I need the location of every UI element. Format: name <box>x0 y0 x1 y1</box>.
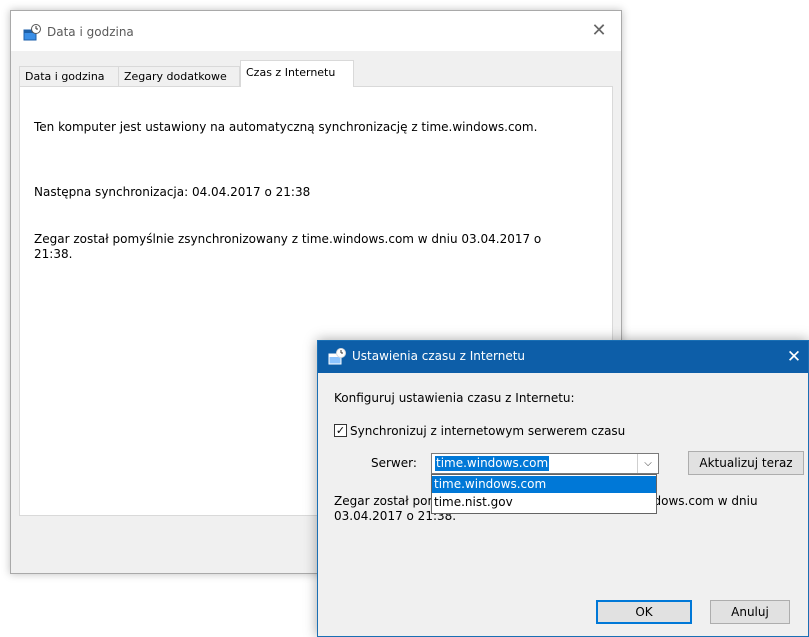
tab-internet-time[interactable]: Czas z Internetu <box>240 60 354 87</box>
server-input[interactable]: time.windows.com <box>435 456 550 471</box>
dialog-title: Ustawienia czasu z Internetu <box>352 349 526 363</box>
close-icon[interactable]: ✕ <box>782 345 806 369</box>
update-now-button[interactable]: Aktualizuj teraz <box>688 451 804 475</box>
date-time-app-icon <box>23 24 41 41</box>
sync-checkbox[interactable]: ✓ <box>334 424 347 437</box>
internet-time-settings-dialog: Ustawienia czasu z Internetu ✕ Konfiguru… <box>317 340 809 637</box>
tab-date-time[interactable]: Data i godzina <box>19 66 119 86</box>
date-time-app-icon <box>328 348 346 365</box>
window-title: Data i godzina <box>47 25 134 39</box>
server-dropdown-list: time.windows.com time.nist.gov <box>431 474 657 514</box>
server-combobox[interactable]: time.windows.com ⌵ <box>431 453 659 474</box>
checkbox-check-icon: ✓ <box>335 424 346 437</box>
next-sync-text: Następna synchronizacja: 04.04.2017 o 21… <box>34 185 311 199</box>
title-bar: Data i godzina ✕ <box>11 11 621 51</box>
chevron-down-icon[interactable]: ⌵ <box>637 454 658 473</box>
server-option-time-nist[interactable]: time.nist.gov <box>432 494 656 511</box>
cancel-button[interactable]: Anuluj <box>710 600 790 624</box>
last-sync-text: Zegar został pomyślnie zsynchronizowany … <box>34 232 542 261</box>
sync-info-text: Ten komputer jest ustawiony na automatyc… <box>34 120 538 134</box>
dialog-heading: Konfiguruj ustawienia czasu z Internetu: <box>334 391 575 405</box>
close-icon[interactable]: ✕ <box>587 19 611 43</box>
ok-button[interactable]: OK <box>596 600 692 624</box>
sync-checkbox-label[interactable]: Synchronizuj z internetowym serwerem cza… <box>350 424 625 438</box>
server-option-time-windows[interactable]: time.windows.com <box>432 476 656 493</box>
tab-additional-clocks[interactable]: Zegary dodatkowe <box>118 66 240 86</box>
dialog-title-bar: Ustawienia czasu z Internetu ✕ <box>318 341 808 373</box>
server-label: Serwer: <box>371 456 417 470</box>
